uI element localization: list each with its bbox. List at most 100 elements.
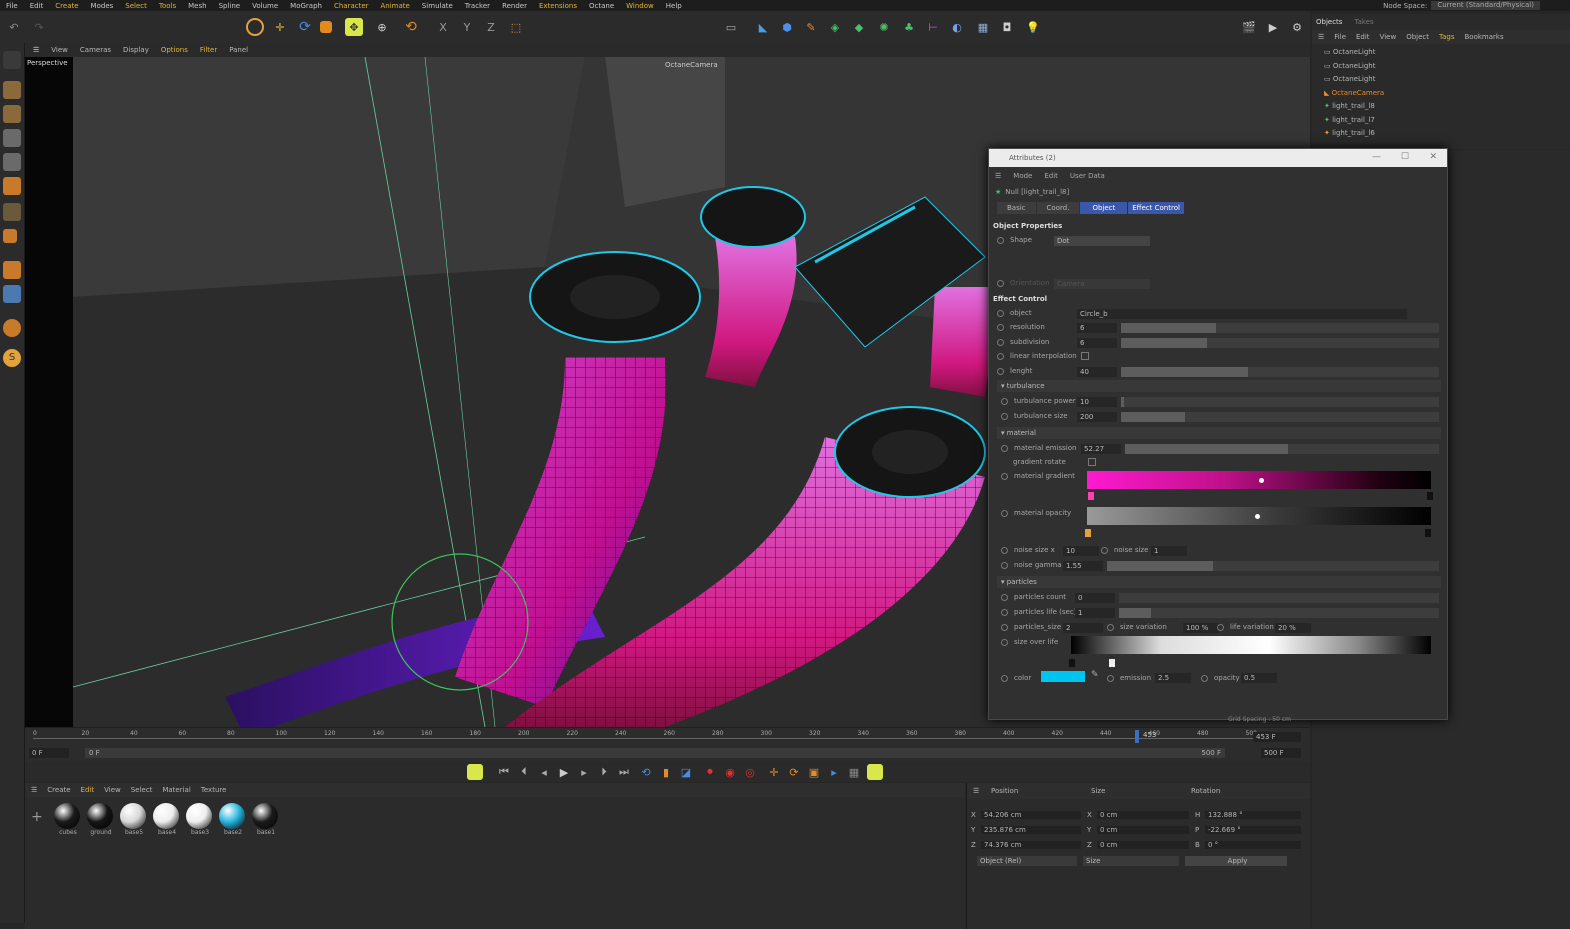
sol-knot-start[interactable] [1069,659,1075,667]
workplane-icon[interactable] [3,285,21,303]
sound-icon[interactable]: ◪ [677,763,695,781]
opacity-knot-mid[interactable] [1255,514,1260,519]
linear-interpolation-checkbox[interactable] [1080,352,1089,360]
mat-menu-material[interactable]: Material [162,786,190,794]
go-to-end-icon[interactable]: ⏭ [615,763,633,781]
keyframe-icon[interactable] [1001,472,1008,480]
size-field[interactable]: 0 cm [1097,840,1189,849]
menu-tracker[interactable]: Tracker [459,2,496,10]
obj-menu-edit[interactable]: Edit [1356,33,1370,41]
rotation-field[interactable]: -22.669 ° [1205,825,1301,834]
keyframe-icon[interactable] [1001,561,1008,569]
particles-life-input[interactable]: 1 [1075,608,1115,618]
make-editable-icon[interactable] [3,51,21,69]
opacity-input[interactable]: 0.5 [1241,673,1277,683]
light-icon[interactable]: 💡 [1024,18,1042,36]
particles-life-slider[interactable] [1119,608,1439,618]
object-row[interactable]: ▭ OctaneLight [1324,60,1570,74]
mograph-icon[interactable]: ♣ [900,18,918,36]
particles-section[interactable]: ▾ particles [997,576,1441,588]
subdivision-input[interactable]: 6 [1077,338,1117,348]
turbulance-power-slider[interactable] [1121,397,1439,407]
object-row[interactable]: ✦ light_trail_l6 [1324,127,1570,141]
camera-obj-icon[interactable]: ◘ [998,18,1016,36]
menu-volume[interactable]: Volume [246,2,284,10]
obj-menu-object[interactable]: Object [1406,33,1429,41]
deformer-icon[interactable]: ✺ [875,18,893,36]
menu-edit[interactable]: Edit [24,2,50,10]
axis-mode-icon[interactable] [3,229,17,243]
attr-menu-edit[interactable]: Edit [1044,172,1058,180]
noise-gamma-input[interactable]: 1.55 [1063,561,1103,571]
menu-file[interactable]: File [0,2,24,10]
keyframe-icon[interactable] [1107,674,1114,682]
object-row[interactable]: ✦ light_trail_l8 [1324,100,1570,114]
tab-takes[interactable]: Takes [1354,18,1373,26]
solo-icon[interactable] [3,319,21,337]
material-section[interactable]: ▾ material [997,427,1441,439]
tab-object[interactable]: Object [1080,202,1128,214]
snap-icon[interactable]: ⊕ [373,18,391,36]
rotate-icon[interactable]: ⟳ [296,18,314,36]
object-link-field[interactable]: Circle_b [1077,309,1407,319]
keyframe-icon[interactable] [1201,674,1208,682]
keyframe-mode-icon[interactable] [467,764,483,780]
gradient-knot-end[interactable] [1427,492,1433,500]
points-mode-icon[interactable] [3,129,21,147]
keyframe-icon[interactable] [1001,608,1008,616]
turbulance-power-input[interactable]: 10 [1077,397,1117,407]
gradient-rotate-checkbox[interactable] [1087,458,1096,466]
menu-window[interactable]: Window [620,2,660,10]
record-icon[interactable]: ⏺ [701,763,719,781]
y-axis-icon[interactable]: Y [458,18,476,36]
menu-spline[interactable]: Spline [213,2,247,10]
hamburger-icon[interactable]: ☰ [33,46,39,54]
cube-icon[interactable]: ⬢ [778,18,796,36]
size-over-life-gradient[interactable] [1071,636,1431,654]
particles-count-input[interactable]: 0 [1075,593,1115,603]
color-swatch[interactable] [1041,671,1085,682]
menu-help[interactable]: Help [660,2,688,10]
orientation-dropdown[interactable]: Camera [1054,279,1150,289]
auto-key-icon[interactable]: ◉ [721,763,739,781]
move-icon[interactable]: ✛ [271,18,289,36]
material-emission-input[interactable]: 52.27 [1081,444,1121,454]
lenght-slider[interactable] [1121,367,1439,377]
turbulance-section[interactable]: ▾ turbulance [997,380,1441,392]
mat-menu-select[interactable]: Select [131,786,153,794]
mat-menu-texture[interactable]: Texture [201,786,227,794]
subdivision-slider[interactable] [1121,338,1439,348]
rotation-field[interactable]: 0 ° [1205,840,1301,849]
keyframe-icon[interactable] [1001,444,1008,452]
viewport-menu-panel[interactable]: Panel [229,46,248,54]
tweak-mode-icon[interactable] [3,261,21,279]
hamburger-icon[interactable]: ☰ [973,787,991,795]
material-swatch[interactable]: base2 [219,803,247,836]
attributes-titlebar[interactable]: Attributes (2) ✕ ☐ — [989,149,1447,167]
preview-range-bar[interactable]: 0 F 500 F [85,748,1225,758]
resolution-slider[interactable] [1121,323,1439,333]
viewport-menu-filter[interactable]: Filter [200,46,217,54]
pla-key-icon[interactable]: ▦ [845,763,863,781]
obj-menu-tags[interactable]: Tags [1439,33,1455,41]
obj-menu-file[interactable]: File [1334,33,1346,41]
prev-frame-icon[interactable]: ◂ [535,763,553,781]
particles-count-slider[interactable] [1119,593,1439,603]
size-field[interactable]: 0 cm [1097,825,1189,834]
turbulance-size-slider[interactable] [1121,412,1439,422]
hamburger-icon[interactable]: ☰ [995,172,1001,180]
mat-menu-create[interactable]: Create [47,786,70,794]
menu-render[interactable]: Render [496,2,533,10]
size-mode-dropdown[interactable]: Size [1083,856,1179,866]
render-icon[interactable]: ▶ [1264,18,1282,36]
z-axis-icon[interactable]: Z [482,18,500,36]
menu-animate[interactable]: Animate [375,2,416,10]
keyframe-icon[interactable] [1001,509,1008,517]
tab-effect-control[interactable]: Effect Control [1128,202,1184,214]
keyframe-icon[interactable] [1001,623,1008,631]
menu-simulate[interactable]: Simulate [416,2,459,10]
material-swatch[interactable]: base1 [252,803,280,836]
material-swatch[interactable]: ground [87,803,115,836]
viewport-menu-display[interactable]: Display [123,46,149,54]
lenght-input[interactable]: 40 [1077,367,1117,377]
